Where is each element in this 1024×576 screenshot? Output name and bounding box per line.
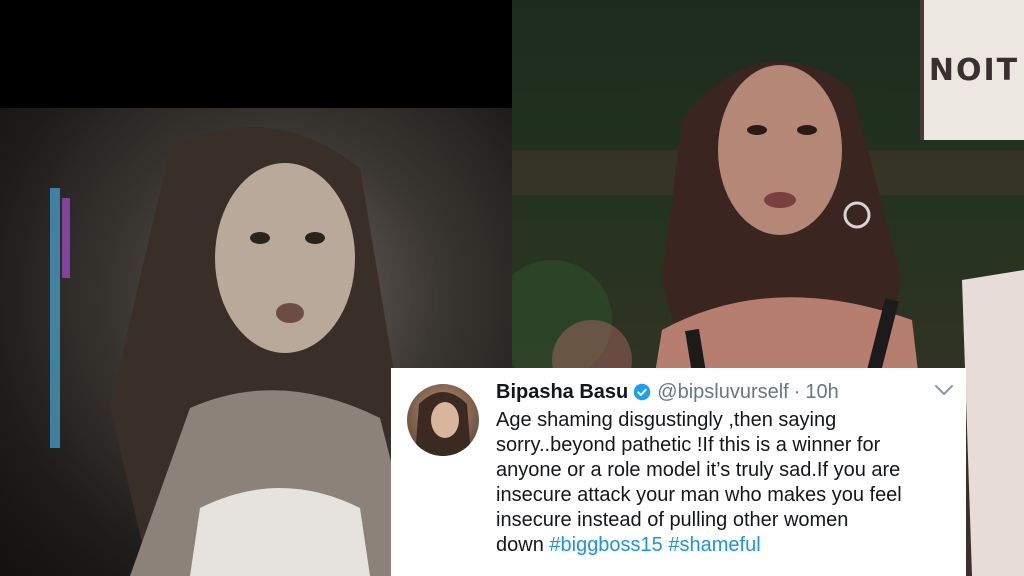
handle[interactable]: @bipsluvurself [657, 380, 788, 404]
avatar[interactable] [407, 384, 479, 456]
avatar-image [415, 392, 471, 456]
tweet-body: Bipasha Basu @bipsluvurself · 10h Age sh… [496, 380, 956, 558]
tweet-text: Age shaming disgustingly ,then saying so… [496, 408, 956, 558]
tweet-header: Bipasha Basu @bipsluvurself · 10h [496, 380, 956, 404]
hashtag-biggboss15[interactable]: #biggboss15 [549, 534, 662, 556]
meta-separator: · [793, 381, 801, 403]
top-black-bar [0, 0, 512, 108]
verified-badge-icon [634, 383, 651, 401]
hashtag-shameful[interactable]: #shameful [668, 534, 760, 556]
background-sign-text: NOIT [928, 52, 1020, 88]
display-name[interactable]: Bipasha Basu [496, 380, 628, 404]
timestamp[interactable]: 10h [805, 380, 838, 404]
tweet-card[interactable]: Bipasha Basu @bipsluvurself · 10h Age sh… [391, 368, 966, 576]
chevron-down-icon[interactable] [932, 382, 956, 398]
background-sign: NOIT [920, 0, 1024, 140]
